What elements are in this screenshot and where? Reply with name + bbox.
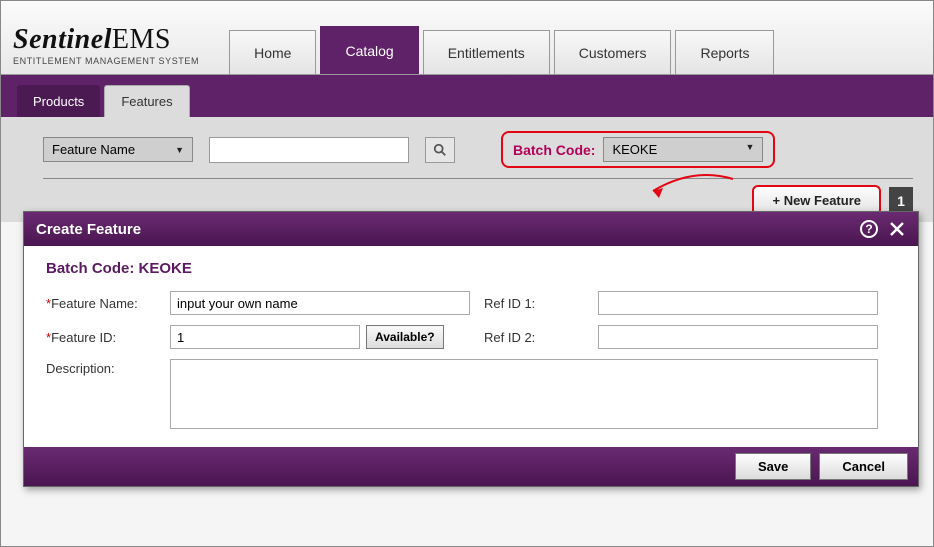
top-tabs: Home Catalog Entitlements Customers Repo… <box>229 1 778 74</box>
dialog-body: Batch Code: KEOKE *Feature Name: Ref ID … <box>24 246 918 447</box>
tab-catalog[interactable]: Catalog <box>320 26 418 74</box>
save-button[interactable]: Save <box>735 453 811 480</box>
sub-nav: Products Features <box>1 75 933 117</box>
tab-home[interactable]: Home <box>229 30 316 74</box>
filter-attribute-value: Feature Name <box>52 142 135 157</box>
batch-code-value: KEOKE <box>612 142 657 157</box>
cancel-button[interactable]: Cancel <box>819 453 908 480</box>
annotation-arrow-icon <box>633 171 743 211</box>
brand-suffix: EMS <box>112 24 171 55</box>
ref-id-1-input[interactable] <box>598 291 878 315</box>
dialog-header: Create Feature ? <box>24 212 918 246</box>
batch-code-group: Batch Code: KEOKE ▼ <box>501 131 775 168</box>
dialog-footer: Save Cancel <box>24 447 918 486</box>
dialog-batch-code: Batch Code: KEOKE <box>46 260 896 277</box>
search-icon <box>433 143 447 157</box>
available-button[interactable]: Available? <box>366 325 444 349</box>
label-feature-id: *Feature ID: <box>46 330 156 345</box>
filter-attribute-select[interactable]: Feature Name ▼ <box>43 137 193 162</box>
ref-id-2-input[interactable] <box>598 325 878 349</box>
search-button[interactable] <box>425 137 455 163</box>
batch-code-select[interactable]: KEOKE ▼ <box>603 137 763 162</box>
label-ref-id-2: Ref ID 2: <box>484 330 584 345</box>
tab-entitlements[interactable]: Entitlements <box>423 30 550 74</box>
tab-customers[interactable]: Customers <box>554 30 672 74</box>
search-input[interactable] <box>209 137 409 163</box>
chevron-down-icon: ▼ <box>746 142 755 157</box>
dialog-title: Create Feature <box>36 221 141 238</box>
feature-id-input[interactable] <box>170 325 360 349</box>
label-ref-id-1: Ref ID 1: <box>484 296 584 311</box>
subtab-features[interactable]: Features <box>104 85 189 117</box>
close-icon[interactable] <box>888 220 906 238</box>
tab-reports[interactable]: Reports <box>675 30 774 74</box>
filter-bar: Feature Name ▼ Batch Code: KEOKE ▼ + New… <box>1 117 933 222</box>
help-icon[interactable]: ? <box>860 220 878 238</box>
chevron-down-icon: ▼ <box>175 145 184 155</box>
brand-tagline: ENTITLEMENT MANAGEMENT SYSTEM <box>13 56 199 66</box>
subtab-products[interactable]: Products <box>17 85 100 117</box>
brand-name: Sentinel <box>13 24 112 55</box>
label-feature-name: *Feature Name: <box>46 296 156 311</box>
app-header: SentinelEMS ENTITLEMENT MANAGEMENT SYSTE… <box>1 1 933 75</box>
feature-name-input[interactable] <box>170 291 470 315</box>
label-description: Description: <box>46 359 156 376</box>
create-feature-dialog: Create Feature ? Batch Code: KEOKE *Feat… <box>23 211 919 487</box>
batch-code-label: Batch Code: <box>513 142 595 158</box>
description-textarea[interactable] <box>170 359 878 429</box>
brand-logo: SentinelEMS ENTITLEMENT MANAGEMENT SYSTE… <box>13 24 199 66</box>
